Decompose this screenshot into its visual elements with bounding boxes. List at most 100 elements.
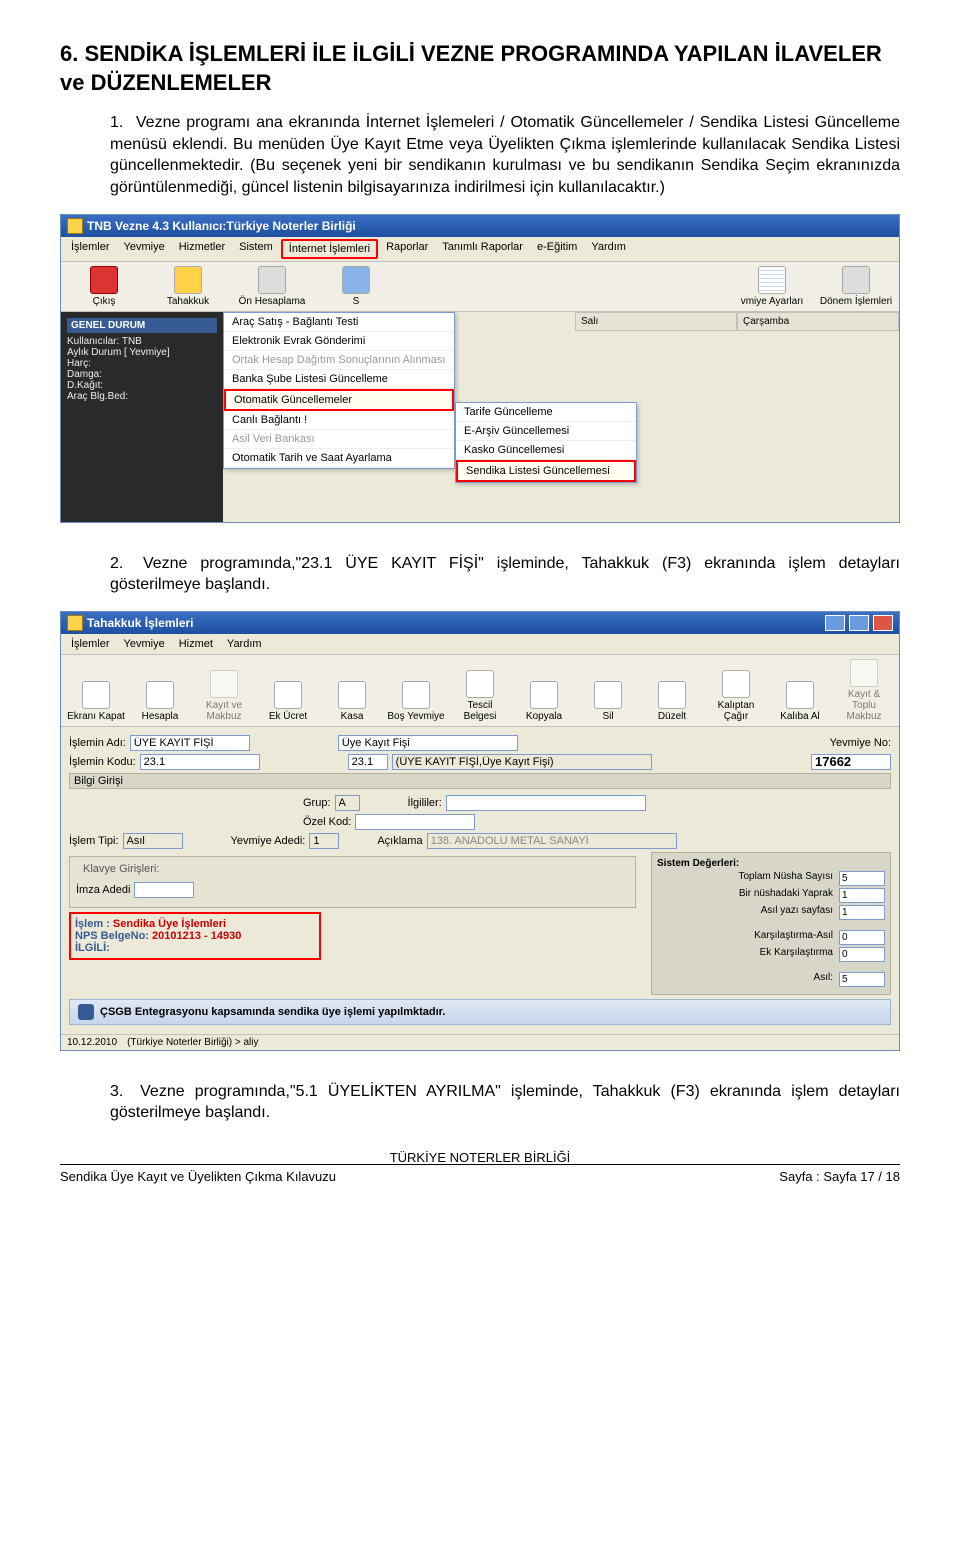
tb2-ekrani-kapat[interactable]: Ekranı Kapat <box>67 681 125 722</box>
imza-label: İmza Adedi <box>76 884 130 896</box>
m2-yevmiye[interactable]: Yevmiye <box>118 636 171 652</box>
yevno-input[interactable] <box>811 754 891 770</box>
paragraph-3: 3. Vezne programında,"5.1 ÜYELİKTEN AYRI… <box>110 1081 900 1124</box>
nps-val: 20101213 - 14930 <box>152 930 241 942</box>
dd-otomatik-guncellemeler[interactable]: Otomatik Güncellemeler <box>224 389 454 411</box>
dd-evrak-gonderimi[interactable]: Elektronik Evrak Gönderimi <box>224 332 454 351</box>
menu-yevmiye[interactable]: Yevmiye <box>118 239 171 259</box>
lb: Kayıt & Toplu Makbuz <box>835 689 893 722</box>
day-headers: Salı Çarşamba <box>575 312 899 331</box>
menu-eegitim[interactable]: e-Eğitim <box>531 239 583 259</box>
dd-arac-satis[interactable]: Araç Satış - Bağlantı Testi <box>224 313 454 332</box>
tbtn-vmayarlari[interactable]: vmiye Ayarları <box>735 266 809 307</box>
sub-tarife[interactable]: Tarife Güncelleme <box>456 403 636 422</box>
footer-right: Sayfa : Sayfa 17 / 18 <box>779 1169 900 1184</box>
tb2-kasa[interactable]: Kasa <box>323 681 381 722</box>
tb2-hesapla[interactable]: Hesapla <box>131 681 189 722</box>
yevno-label: Yevmiye No: <box>830 737 891 749</box>
menu-raporlar[interactable]: Raporlar <box>380 239 434 259</box>
tbtn-onhesaplama-label: Ön Hesaplama <box>239 296 306 307</box>
sub-earsiv[interactable]: E-Arşiv Güncellemesi <box>456 422 636 441</box>
sys-v-asilyazi[interactable] <box>839 905 885 920</box>
sub-sendika-listesi[interactable]: Sendika Listesi Güncellemesi <box>456 460 636 482</box>
m2-hizmet[interactable]: Hizmet <box>173 636 219 652</box>
money-icon <box>274 681 302 709</box>
menu-tanimli-raporlar[interactable]: Tanımlı Raporlar <box>436 239 529 259</box>
tbtn-donem[interactable]: Dönem İşlemleri <box>819 266 893 307</box>
doc-icon <box>402 681 430 709</box>
menu-islemler[interactable]: İşlemler <box>65 239 116 259</box>
tb2-kayit-makbuz: Kayıt ve Makbuz <box>195 670 253 722</box>
islem-lbl: İşlem : <box>75 918 110 930</box>
side-line: Aylık Durum [ Yevmiye] <box>67 347 217 358</box>
aciklama-label: Açıklama <box>377 835 422 847</box>
lb: Ek Ücret <box>269 711 307 722</box>
s-icon <box>342 266 370 294</box>
info-icon <box>78 1004 94 1020</box>
tbtn-cikis[interactable]: Çıkış <box>67 266 141 307</box>
tb2-kaliba-al[interactable]: Kalıba Al <box>771 681 829 722</box>
infobar-text: ÇSGB Entegrasyonu kapsamında sendika üye… <box>100 1006 445 1018</box>
klavye-girisleri-box: Klavye Girişleri: İmza Adedi <box>69 856 636 908</box>
section-heading: 6. SENDİKA İŞLEMLERİ İLE İLGİLİ VEZNE PR… <box>60 40 900 97</box>
ilgililer-input[interactable] <box>446 795 646 811</box>
tb2-kopyala[interactable]: Kopyala <box>515 681 573 722</box>
lb: Kopyala <box>526 711 562 722</box>
tb2-bos-yevmiye[interactable]: Boş Yevmiye <box>387 681 445 722</box>
tb2-tescil[interactable]: Tescil Belgesi <box>451 670 509 722</box>
tbtn-onhesaplama[interactable]: Ön Hesaplama <box>235 266 309 307</box>
titlebar-1: TNB Vezne 4.3 Kullanıcı:Türkiye Noterler… <box>61 215 899 237</box>
menu-sistem[interactable]: Sistem <box>233 239 279 259</box>
statusbar: 10.12.2010 (Türkiye Noterler Birliği) > … <box>61 1034 899 1050</box>
tb2-ek-ucret[interactable]: Ek Ücret <box>259 681 317 722</box>
tb2-sil[interactable]: Sil <box>579 681 637 722</box>
islemin-adi-input[interactable] <box>130 735 250 751</box>
max-icon[interactable] <box>849 615 869 631</box>
tbtn-s[interactable]: S <box>319 266 393 307</box>
sys-v-asil[interactable] <box>839 972 885 987</box>
footer-center: TÜRKİYE NOTERLER BİRLİĞİ <box>60 1150 900 1165</box>
imza-input[interactable] <box>134 882 194 898</box>
menubar-2: İşlemler Yevmiye Hizmet Yardım <box>61 634 899 655</box>
ozelkod-input[interactable] <box>355 814 475 830</box>
dd-canli-baglanti[interactable]: Canlı Bağlantı ! <box>224 411 454 430</box>
ozelkod-label: Özel Kod: <box>303 816 351 828</box>
para1-text: Vezne programı ana ekranında İnternet İş… <box>110 114 900 196</box>
dd-tarih-saat[interactable]: Otomatik Tarih ve Saat Ayarlama <box>224 449 454 468</box>
islem-tipi-input <box>123 833 183 849</box>
tbtn-tahakkuk-label: Tahakkuk <box>167 296 209 307</box>
title-1-text: TNB Vezne 4.3 Kullanıcı:Türkiye Noterler… <box>87 219 356 233</box>
tb2-kalip-cagir[interactable]: Kalıptan Çağır <box>707 670 765 722</box>
m2-yardim[interactable]: Yardım <box>221 636 268 652</box>
sys-v-yaprak[interactable] <box>839 888 885 903</box>
aciklama-input <box>427 833 677 849</box>
sys-v-nusha[interactable] <box>839 871 885 886</box>
sub-kasko[interactable]: Kasko Güncellemesi <box>456 441 636 460</box>
islemin-kodu-input[interactable] <box>140 754 260 770</box>
sys-v-ekkars[interactable] <box>839 947 885 962</box>
menu-yardim[interactable]: Yardım <box>585 239 632 259</box>
infobar: ÇSGB Entegrasyonu kapsamında sendika üye… <box>69 999 891 1025</box>
menu-hizmetler[interactable]: Hizmetler <box>173 239 231 259</box>
m2-islemler[interactable]: İşlemler <box>65 636 116 652</box>
menu-internet-islemleri[interactable]: İnternet İşlemleri <box>281 239 378 259</box>
islem-val: Sendika Üye İşlemleri <box>113 918 226 930</box>
side-line: Kullanıcılar: TNB <box>67 336 217 347</box>
lb: Sil <box>602 711 613 722</box>
uye-kayit-fisi-input[interactable] <box>338 735 518 751</box>
islem-tipi-label: İşlem Tipi: <box>69 835 119 847</box>
dd-ortak-hesap: Ortak Hesap Dağıtım Sonuçlarının Alınmas… <box>224 351 454 370</box>
door-icon <box>82 681 110 709</box>
min-icon[interactable] <box>825 615 845 631</box>
close-icon <box>90 266 118 294</box>
trash-icon <box>594 681 622 709</box>
sys-v-karsilastirma[interactable] <box>839 930 885 945</box>
tbtn-tahakkuk[interactable]: Tahakkuk <box>151 266 225 307</box>
tb2-duzelt[interactable]: Düzelt <box>643 681 701 722</box>
lb: Tescil Belgesi <box>451 700 509 722</box>
sidebar-header: GENEL DURUM <box>67 318 217 333</box>
ilgililer-label: İlgililer: <box>408 797 442 809</box>
kod-secili-input[interactable] <box>348 754 388 770</box>
dd-banka-sube[interactable]: Banka Şube Listesi Güncelleme <box>224 370 454 389</box>
close-icon[interactable] <box>873 615 893 631</box>
